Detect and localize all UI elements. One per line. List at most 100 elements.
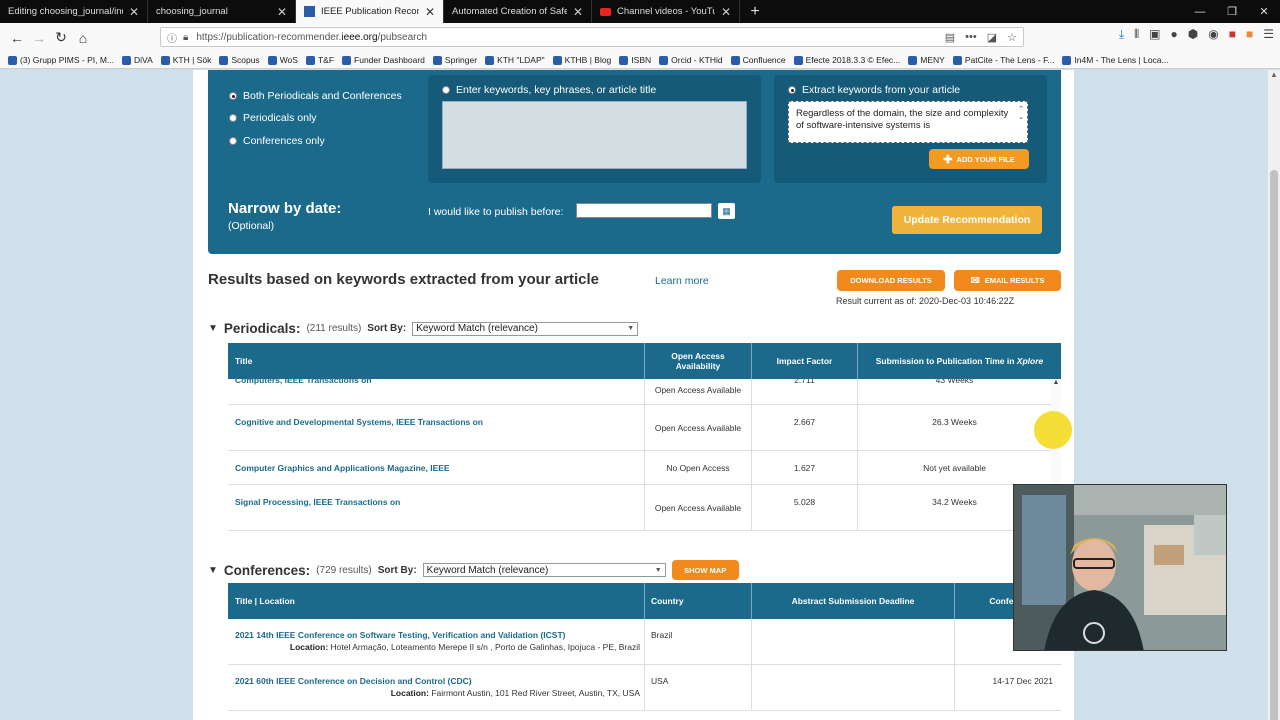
row-title[interactable]: Computer Graphics and Applications Magaz… — [228, 451, 645, 484]
row-title[interactable]: Computers, IEEE Transactions on — [228, 379, 645, 404]
bookmark-item[interactable]: Springer — [432, 55, 477, 65]
scroll-up-icon[interactable]: ▲ — [1268, 70, 1280, 82]
article-text-area[interactable]: Regardless of the domain, the size and c… — [788, 101, 1028, 143]
info-icon[interactable]: ⓘ — [167, 30, 177, 45]
table-row[interactable]: Computers, IEEE Transactions on Open Acc… — [228, 379, 1061, 405]
col-country[interactable]: Country — [645, 583, 752, 619]
row-title[interactable]: Signal Processing, IEEE Transactions on — [228, 485, 645, 530]
conference-title-link[interactable]: 2021 14th IEEE Conference on Software Te… — [235, 630, 640, 640]
extension-icon[interactable]: ◉ — [1208, 27, 1218, 42]
radio-button[interactable] — [229, 137, 237, 145]
collapse-triangle-icon[interactable]: ▼ — [208, 565, 218, 576]
bookmark-item[interactable]: ISBN — [619, 55, 651, 65]
bookmark-item[interactable]: In4M - The Lens | Loca... — [1062, 55, 1169, 65]
forward-icon[interactable]: → — [28, 27, 50, 49]
table-row[interactable]: Signal Processing, IEEE Transactions on … — [228, 485, 1061, 531]
table-row[interactable]: 2021 60th IEEE Conference on Decision an… — [228, 665, 1061, 711]
library-icon[interactable]: ⫴ — [1134, 27, 1139, 42]
page-scrollbar[interactable]: ▲ — [1268, 70, 1280, 720]
bookmark-item[interactable]: (3) Grupp PIMS - PI, M... — [8, 55, 114, 65]
minimize-icon[interactable]: — — [1184, 0, 1216, 23]
browser-tab[interactable]: Automated Creation of Safety ✕ — [444, 0, 592, 23]
calendar-icon[interactable]: ▦ — [718, 203, 735, 219]
radio-button[interactable] — [442, 86, 450, 94]
reader-view-icon[interactable]: ▤ — [945, 31, 955, 44]
new-tab-icon[interactable]: + — [740, 0, 770, 23]
restore-icon[interactable]: ❐ — [1216, 0, 1248, 23]
collapse-triangle-icon[interactable]: ▼ — [208, 323, 218, 334]
close-tab-icon[interactable]: ✕ — [425, 5, 435, 19]
scroll-arrows-icon[interactable]: ⌃ ⌄ — [1018, 106, 1024, 122]
close-tab-icon[interactable]: ✕ — [721, 5, 731, 19]
url-bar[interactable]: ⓘ 🔒︎ https://publication-recommender. iee… — [160, 27, 1024, 47]
add-file-button[interactable]: ✚ ADD YOUR FILE — [929, 149, 1029, 169]
close-tab-icon[interactable]: ✕ — [277, 5, 287, 19]
radio-button[interactable] — [229, 114, 237, 122]
reload-icon[interactable]: ↻ — [50, 27, 72, 49]
radio-button[interactable] — [229, 92, 237, 100]
conferences-sort-select[interactable]: Keyword Match (relevance) ▼ — [422, 563, 666, 577]
bookmark-item[interactable]: T&F — [305, 55, 334, 65]
browser-tab[interactable]: choosing_journal ✕ — [148, 0, 296, 23]
radio-extract[interactable]: Extract keywords from your article — [788, 84, 960, 96]
scroll-up-icon[interactable]: ▲ — [1051, 379, 1061, 386]
conference-location: Location: Hotel Armação, Loteamento Mere… — [235, 640, 640, 652]
home-icon[interactable]: ⌂ — [72, 27, 94, 49]
close-tab-icon[interactable]: ✕ — [573, 5, 583, 19]
show-map-button[interactable]: SHOW MAP — [671, 560, 739, 580]
col-submission-time[interactable]: Submission to Publication Time in Xplore — [858, 343, 1061, 379]
publish-date-input[interactable] — [576, 203, 712, 218]
radio-button[interactable] — [788, 86, 796, 94]
bookmark-item[interactable]: Efecte 2018.3.3 © Efec... — [793, 55, 900, 65]
bookmark-item[interactable]: Confluence — [730, 55, 786, 65]
download-icon[interactable]: ⤓ — [1119, 27, 1124, 42]
bookmark-item[interactable]: KTH "LDAP" — [485, 55, 545, 65]
row-title[interactable]: Cognitive and Developmental Systems, IEE… — [228, 405, 645, 450]
chevron-down-icon: ▼ — [627, 325, 635, 332]
pocket-icon[interactable]: ◪ — [987, 31, 997, 44]
download-results-button[interactable]: DOWNLOAD RESULTS — [837, 270, 945, 291]
col-open-access[interactable]: Open Access Availability — [645, 343, 752, 379]
radio-conferences[interactable]: Conferences only — [229, 135, 325, 147]
keywords-input[interactable] — [442, 101, 747, 169]
bookmark-item[interactable]: Funder Dashboard — [342, 55, 425, 65]
col-title-location[interactable]: Title | Location — [228, 583, 645, 619]
account-icon[interactable]: ● — [1171, 27, 1178, 42]
table-row[interactable]: Cognitive and Developmental Systems, IEE… — [228, 405, 1061, 451]
page-actions-icon[interactable]: ••• — [965, 31, 977, 44]
menu-icon[interactable]: ☰ — [1263, 27, 1274, 42]
conference-title-link[interactable]: 2021 60th IEEE Conference on Decision an… — [235, 676, 640, 686]
back-icon[interactable]: ← — [6, 27, 28, 49]
table-row[interactable]: 2021 14th IEEE Conference on Software Te… — [228, 619, 1061, 665]
close-tab-icon[interactable]: ✕ — [129, 5, 139, 19]
email-results-button[interactable]: ✉ EMAIL RESULTS — [954, 270, 1061, 291]
col-title[interactable]: Title — [228, 343, 645, 379]
extension-icon[interactable]: ■ — [1229, 27, 1236, 42]
browser-tab[interactable]: Channel videos - YouTube Stu ✕ — [592, 0, 740, 23]
browser-tab[interactable]: Editing choosing_journal/inde ✕ — [0, 0, 148, 23]
browser-tab-active[interactable]: IEEE Publication Recommende ✕ — [296, 0, 444, 23]
col-abstract-deadline[interactable]: Abstract Submission Deadline — [752, 583, 955, 619]
bookmark-item[interactable]: WoS — [267, 55, 298, 65]
radio-both[interactable]: Both Periodicals and Conferences — [229, 90, 402, 102]
sidebar-icon[interactable]: ▣ — [1149, 27, 1160, 42]
scrollbar-thumb[interactable] — [1270, 170, 1278, 720]
col-impact-factor[interactable]: Impact Factor — [752, 343, 858, 379]
periodicals-sort-select[interactable]: Keyword Match (relevance) ▼ — [412, 321, 639, 336]
update-recommendation-button[interactable]: Update Recommendation — [892, 206, 1042, 234]
bookmark-star-icon[interactable]: ☆ — [1007, 31, 1017, 44]
bookmark-item[interactable]: MENY — [908, 55, 945, 65]
table-row[interactable]: Computer Graphics and Applications Magaz… — [228, 451, 1061, 485]
extension-icon[interactable]: ⬢ — [1188, 27, 1198, 42]
radio-periodicals[interactable]: Periodicals only — [229, 112, 317, 124]
bookmark-item[interactable]: Scopus — [219, 55, 260, 65]
bookmark-item[interactable]: DiVA — [122, 55, 153, 65]
extension-icon[interactable]: ■ — [1246, 27, 1253, 42]
bookmark-item[interactable]: Orcid - KTHid — [659, 55, 723, 65]
learn-more-link[interactable]: Learn more — [655, 275, 709, 287]
radio-keywords[interactable]: Enter keywords, key phrases, or article … — [442, 84, 656, 96]
bookmark-item[interactable]: KTHB | Blog — [552, 55, 611, 65]
bookmark-item[interactable]: KTH | Sök — [160, 55, 211, 65]
bookmark-item[interactable]: PatCite - The Lens - F... — [952, 55, 1054, 65]
close-window-icon[interactable]: ✕ — [1248, 0, 1280, 23]
